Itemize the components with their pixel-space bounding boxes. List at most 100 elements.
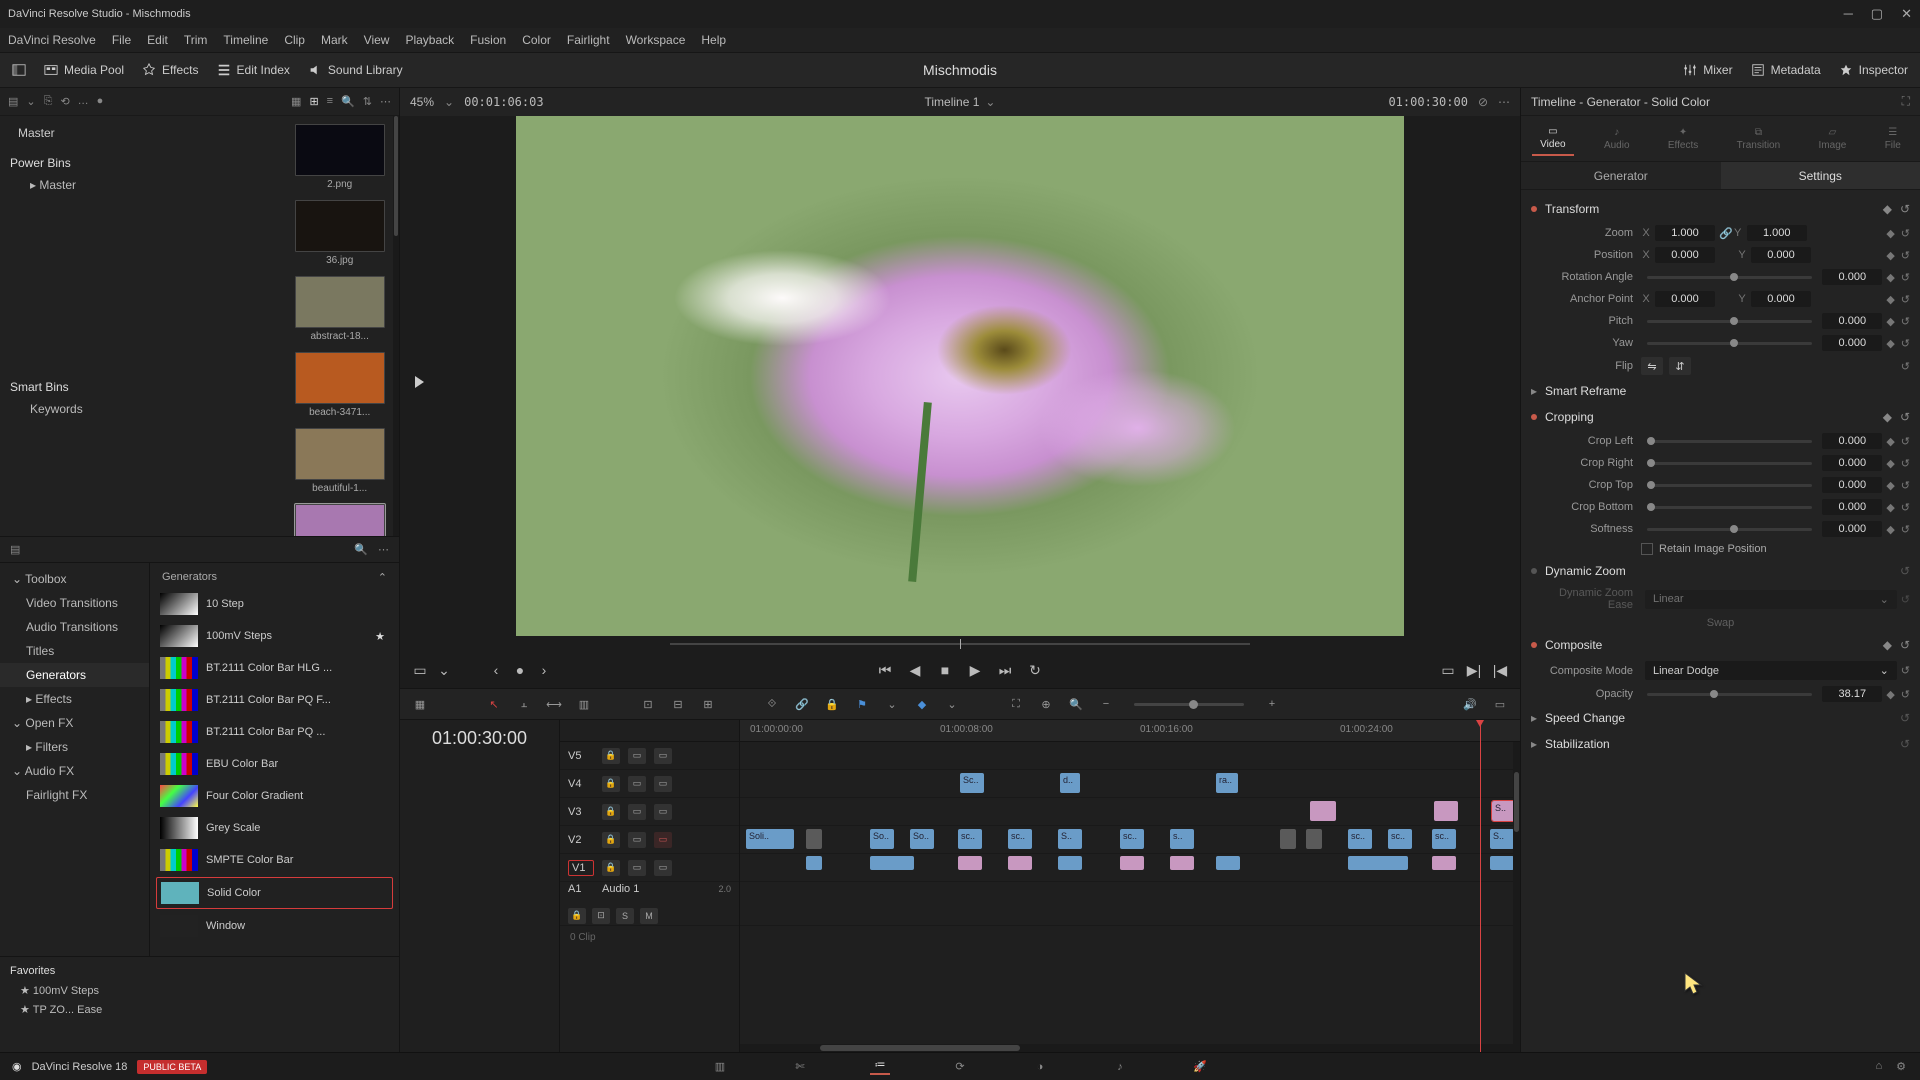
monitor-icon[interactable]: ▭ bbox=[1492, 696, 1508, 712]
zoom-fit-icon[interactable]: ⛶ bbox=[1008, 696, 1024, 712]
sort-icon[interactable]: ⇅ bbox=[363, 95, 372, 108]
strip-view-icon[interactable]: ≡ bbox=[327, 95, 333, 108]
clip[interactable] bbox=[1434, 801, 1458, 821]
generator-item[interactable]: SMPTE Color Bar bbox=[156, 845, 393, 875]
keyframe-icon[interactable]: ◆ bbox=[1883, 410, 1892, 424]
generator-item[interactable]: 10 Step bbox=[156, 589, 393, 619]
media-page-icon[interactable]: ▥ bbox=[710, 1059, 730, 1075]
keyframe-icon[interactable]: ◆ bbox=[1883, 638, 1892, 652]
clip[interactable]: sc.. bbox=[1120, 829, 1144, 849]
color-page-icon[interactable]: ◑ bbox=[1030, 1059, 1050, 1075]
collapse-icon[interactable]: ⌃ bbox=[378, 571, 387, 584]
menu-item[interactable]: Clip bbox=[284, 33, 305, 47]
go-start-icon[interactable]: ⏮ bbox=[877, 662, 893, 678]
clip[interactable] bbox=[870, 856, 914, 870]
crop-top-slider[interactable] bbox=[1647, 484, 1812, 487]
menu-item[interactable]: Fairlight bbox=[567, 33, 610, 47]
prev-edit-icon[interactable]: ‹ bbox=[488, 662, 504, 678]
tab-transition[interactable]: ⧉Transition bbox=[1729, 123, 1789, 155]
fx-cat-fairlight[interactable]: Fairlight FX bbox=[0, 783, 149, 807]
loop-icon[interactable]: ↻ bbox=[1027, 662, 1043, 678]
sound-library-toggle[interactable]: Sound Library bbox=[308, 63, 403, 77]
smart-bins-header[interactable]: Smart Bins bbox=[10, 376, 91, 398]
generator-item[interactable]: BT.2111 Color Bar PQ F... bbox=[156, 685, 393, 715]
viewer-zoom[interactable]: 45% bbox=[410, 95, 434, 109]
search-icon[interactable]: 🔍 bbox=[354, 543, 368, 556]
step-forward-icon[interactable] bbox=[415, 376, 424, 388]
more-icon[interactable]: … bbox=[78, 95, 89, 108]
zoom-in-icon[interactable]: + bbox=[1264, 696, 1280, 712]
smart-bin-keywords[interactable]: Keywords bbox=[10, 398, 91, 420]
fx-cat-toolbox[interactable]: ⌄ Toolbox bbox=[0, 567, 149, 591]
clip[interactable] bbox=[1310, 801, 1336, 821]
timecode-display[interactable]: 01:00:30:00 bbox=[400, 720, 560, 1052]
next-clip-icon[interactable]: ▶| bbox=[1466, 662, 1482, 678]
tab-image[interactable]: ▱Image bbox=[1811, 123, 1855, 155]
chevron-down-icon[interactable]: ⌄ bbox=[985, 95, 995, 109]
clip[interactable]: sc.. bbox=[1432, 829, 1456, 849]
media-clip[interactable]: 2.png bbox=[294, 124, 386, 190]
clip[interactable]: sc.. bbox=[958, 829, 982, 849]
clip[interactable] bbox=[1216, 856, 1240, 870]
stop-icon[interactable]: ■ bbox=[937, 662, 953, 678]
clip[interactable]: sc.. bbox=[1348, 829, 1372, 849]
clip[interactable]: Sc.. bbox=[960, 773, 984, 793]
pos-y-input[interactable]: 0.000 bbox=[1751, 247, 1811, 263]
tab-file[interactable]: ☰File bbox=[1877, 123, 1909, 155]
generator-item[interactable]: Grey Scale bbox=[156, 813, 393, 843]
fairlight-page-icon[interactable]: ♪ bbox=[1110, 1059, 1130, 1075]
edit-index-toggle[interactable]: Edit Index bbox=[217, 63, 290, 77]
clip[interactable]: S.. bbox=[1058, 829, 1082, 849]
clip[interactable] bbox=[1432, 856, 1456, 870]
media-clip[interactable]: 36.jpg bbox=[294, 200, 386, 266]
clip[interactable]: S.. bbox=[1490, 829, 1514, 849]
clip[interactable]: ra.. bbox=[1216, 773, 1238, 793]
generator-item[interactable]: BT.2111 Color Bar PQ ... bbox=[156, 717, 393, 747]
chevron-down-icon[interactable]: ⌄ bbox=[884, 696, 900, 712]
next-edit-icon[interactable]: › bbox=[536, 662, 552, 678]
chevron-down-icon[interactable]: ⌄ bbox=[436, 662, 452, 678]
clip[interactable] bbox=[1306, 829, 1322, 849]
menu-item[interactable]: Mark bbox=[321, 33, 348, 47]
clip[interactable] bbox=[806, 856, 822, 870]
timeline-h-scrollbar[interactable] bbox=[740, 1044, 1520, 1052]
reset-icon[interactable]: ↺ bbox=[1900, 410, 1910, 424]
crop-bottom-slider[interactable] bbox=[1647, 506, 1812, 509]
deliver-page-icon[interactable]: 🚀 bbox=[1190, 1059, 1210, 1075]
zoom-x-input[interactable]: 1.000 bbox=[1655, 225, 1715, 241]
replace-icon[interactable]: ⊞ bbox=[700, 696, 716, 712]
reset-icon[interactable]: ↺ bbox=[1900, 711, 1910, 725]
retain-position-checkbox[interactable] bbox=[1641, 543, 1653, 555]
menu-item[interactable]: DaVinci Resolve bbox=[8, 33, 96, 47]
tab-effects[interactable]: ✦Effects bbox=[1660, 123, 1706, 155]
favorite-star-icon[interactable]: ★ bbox=[375, 630, 385, 643]
yaw-input[interactable]: 0.000 bbox=[1822, 335, 1882, 351]
metadata-toggle[interactable]: Metadata bbox=[1751, 63, 1821, 77]
clip[interactable] bbox=[1008, 856, 1032, 870]
more-icon[interactable]: ⋯ bbox=[1498, 95, 1510, 109]
media-pool-toggle[interactable]: Media Pool bbox=[44, 63, 124, 77]
fx-cat-effects[interactable]: ▸ Effects bbox=[0, 687, 149, 711]
fx-cat-filters[interactable]: ▸ Filters bbox=[0, 735, 149, 759]
zoom-detail-icon[interactable]: ⊕ bbox=[1038, 696, 1054, 712]
timeline-name[interactable]: Timeline 1 bbox=[925, 95, 980, 109]
bin-master[interactable]: Master bbox=[10, 122, 91, 144]
more-icon[interactable]: ⋯ bbox=[378, 543, 389, 556]
keyframe-icon[interactable]: ◆ bbox=[1886, 271, 1894, 284]
opacity-input[interactable]: 38.17 bbox=[1822, 686, 1882, 702]
record-icon[interactable]: ● bbox=[97, 95, 104, 108]
sidebar-toggle-icon[interactable]: ▤ bbox=[8, 95, 18, 108]
pitch-input[interactable]: 0.000 bbox=[1822, 313, 1882, 329]
marker-icon[interactable]: ◆ bbox=[914, 696, 930, 712]
timeline-ruler[interactable]: 01:00:00:00 01:00:08:00 01:00:16:00 01:0… bbox=[740, 720, 1520, 742]
lock-icon[interactable]: 🔒 bbox=[824, 696, 840, 712]
grid-view-icon[interactable]: ⊞ bbox=[309, 95, 318, 108]
subtab-generator[interactable]: Generator bbox=[1521, 162, 1721, 189]
pitch-slider[interactable] bbox=[1647, 320, 1812, 323]
pos-x-input[interactable]: 0.000 bbox=[1655, 247, 1715, 263]
snap-icon[interactable]: ⟐ bbox=[764, 696, 780, 712]
keyframe-icon[interactable]: ◆ bbox=[1886, 337, 1894, 350]
link-icon[interactable]: ⟲ bbox=[60, 95, 69, 108]
yaw-slider[interactable] bbox=[1647, 342, 1812, 345]
fx-cat-video-transitions[interactable]: Video Transitions bbox=[0, 591, 149, 615]
